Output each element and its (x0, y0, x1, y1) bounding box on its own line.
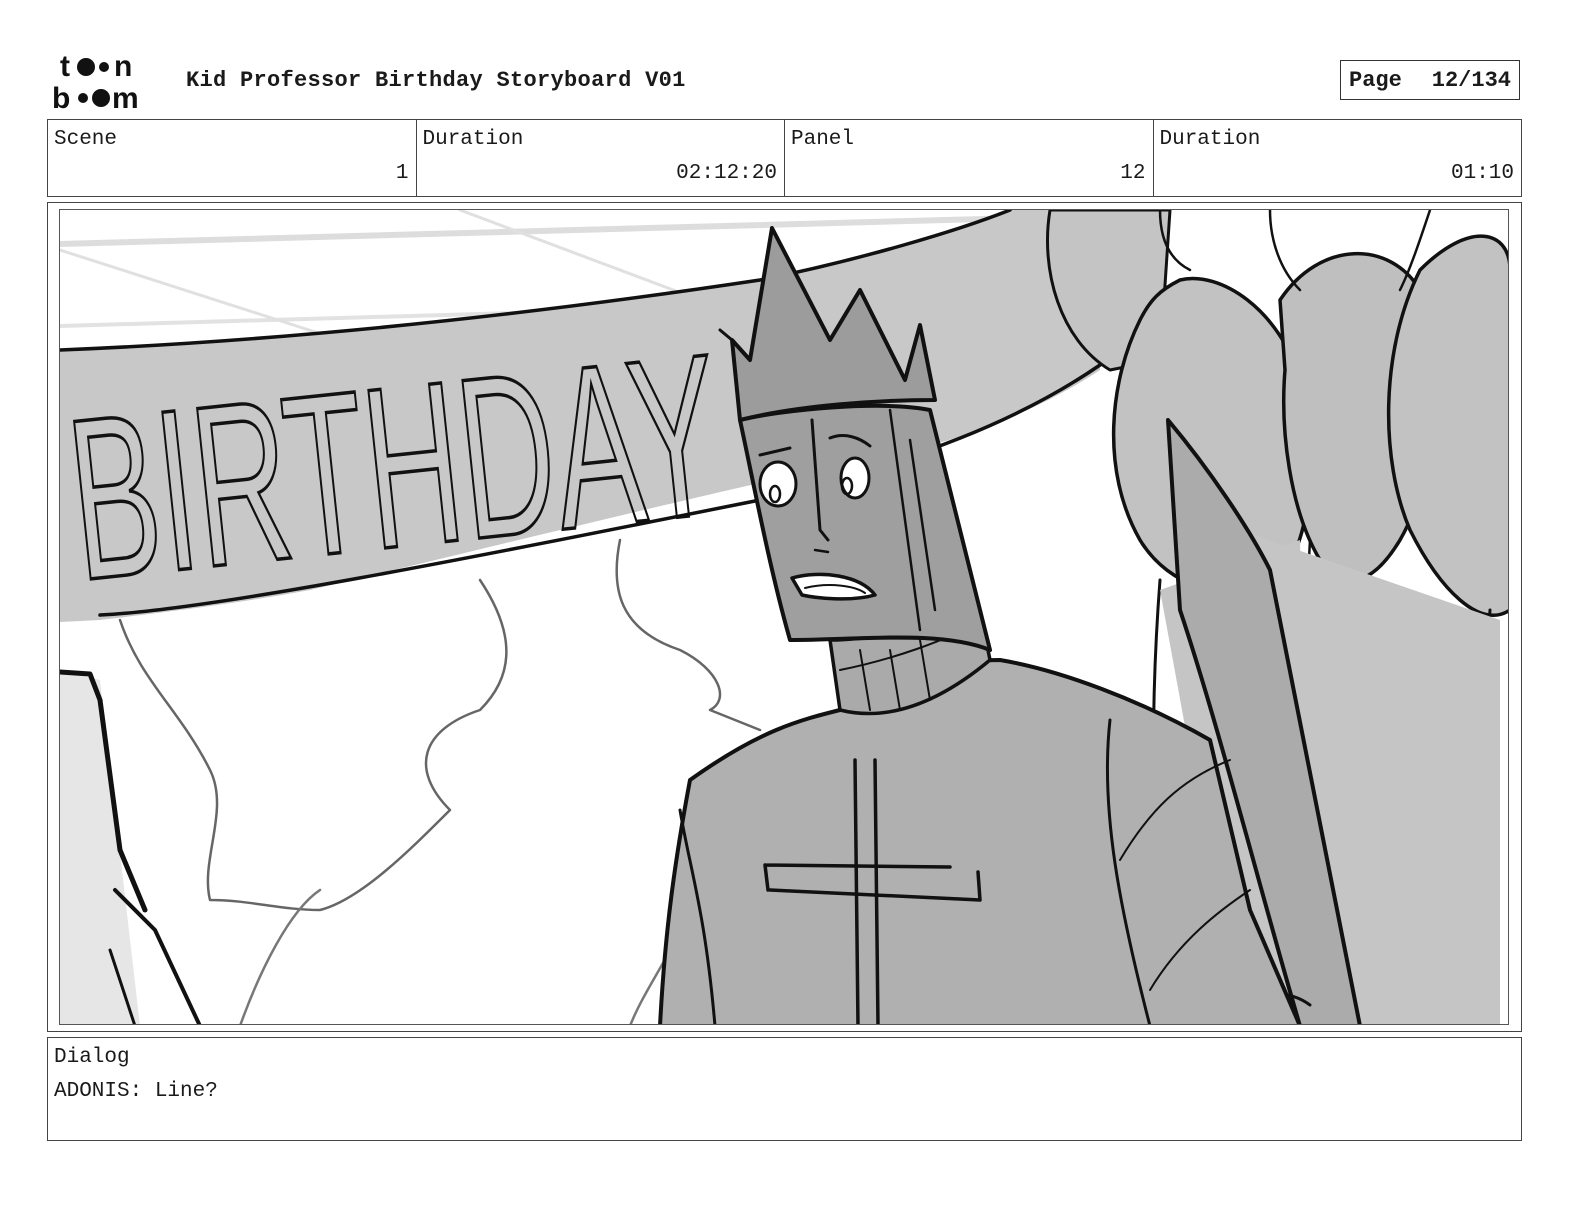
svg-text:t: t (60, 50, 70, 83)
svg-text:b: b (52, 82, 70, 112)
scene-duration-cell: Duration 02:12:20 (417, 120, 785, 196)
scene-duration-label: Duration (422, 128, 524, 151)
scene-cell: Scene 1 (48, 120, 417, 196)
storyboard-panel-image: BIRTHDAY (59, 209, 1509, 1025)
dialog-label: Dialog (54, 1046, 130, 1069)
page-number: 12/134 (1431, 67, 1511, 93)
toon-boom-logo-icon: t n b m (52, 50, 139, 115)
panel-duration-cell: Duration 01:10 (1154, 120, 1522, 196)
storyboard-panel-frame: BIRTHDAY (47, 202, 1522, 1032)
panel-cell: Panel 12 (785, 120, 1154, 196)
dialog-box: Dialog ADONIS: Line? (47, 1037, 1522, 1141)
panel-duration-label: Duration (1159, 128, 1261, 151)
document-title: Kid Professor Birthday Storyboard V01 (186, 68, 686, 93)
scene-label: Scene (54, 128, 118, 151)
scene-value: 1 (395, 162, 409, 185)
dialog-text: ADONIS: Line? (54, 1080, 218, 1103)
scene-duration-value: 02:12:20 (676, 162, 777, 185)
panel-duration-value: 01:10 (1450, 162, 1514, 185)
panel-label: Panel (791, 128, 855, 151)
svg-text:m: m (112, 82, 139, 112)
page-label: Page (1349, 67, 1402, 93)
toon-boom-logo: t n b m (52, 50, 164, 115)
page-indicator: Page 12/134 (1340, 60, 1520, 100)
svg-text:n: n (114, 50, 132, 83)
panel-info-row: Scene 1 Duration 02:12:20 Panel 12 Durat… (47, 119, 1522, 197)
storyboard-sketch: BIRTHDAY (60, 210, 1508, 1024)
panel-value: 12 (1120, 162, 1146, 185)
